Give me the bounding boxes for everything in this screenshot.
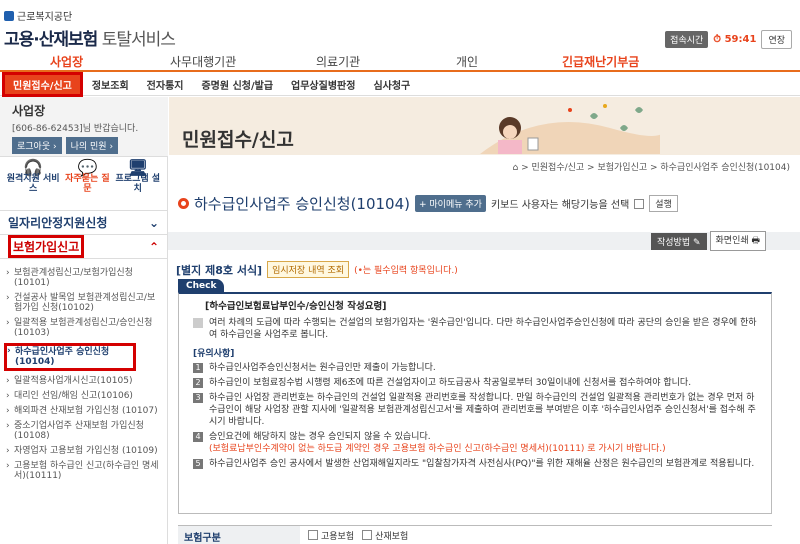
submenu-appeal[interactable]: 심사청구 [364, 77, 419, 92]
notice-item: 1 하수급인사업주승인신청서는 원수급인만 제출이 가능합니다. [193, 362, 761, 374]
temp-save-lookup-button[interactable]: 임시저장 내역 조회 [267, 261, 350, 278]
chevron-down-icon: ⌄ [148, 215, 159, 230]
business-name: 사업장 [12, 104, 46, 118]
submenu-civil-report[interactable]: 민원접수/신고 [2, 72, 83, 97]
form-title: [별지 제8호 서식] [176, 263, 263, 277]
page-title-row: 하수급인사업주 승인신청(10104) + 마이메뉴 추가 키보드 사용자는 해… [178, 193, 678, 214]
org-logo-icon [4, 10, 14, 21]
category-bar: 사업장 사무대행기관 의료기관 개인 긴급재난기부금 [0, 50, 800, 72]
sidebar-item-10111[interactable]: 고용보험 하수급인 신고(하수급인 명세서)(10111) [6, 461, 161, 481]
sidebar-item-10102[interactable]: 건설공사 발목업 보험관계성립신고/보험가입 신청(10102) [6, 293, 161, 313]
employment-insurance-option[interactable]: 고용보험 [308, 529, 354, 542]
sidebar: 사업장 [606-86-62453]님 반갑습니다. 로그아웃 › 나의 민원 … [0, 97, 168, 544]
sidebar-item-10107[interactable]: 해외파견 산재보험 가입신청 (10107) [6, 406, 161, 416]
sub-menu: 민원접수/신고 정보조회 전자통지 증명원 신청/발급 업무상질병판정 심사청구 [0, 72, 800, 97]
tab-business[interactable]: 사업장 [50, 53, 83, 70]
business-box: 사업장 [606-86-62453]님 반갑습니다. 로그아웃 › 나의 민원 … [0, 97, 168, 157]
bullet-circle-icon [178, 198, 189, 209]
tab-disaster-fund[interactable]: 긴급재난기부금 [562, 53, 639, 70]
sidebar-item-10108[interactable]: 중소기업사업주 산재보험 가입신청(10108) [6, 421, 161, 441]
sidebar-item-10104[interactable]: 하수급인사업주 승인신청 (10104) [4, 343, 136, 371]
notice-item: 2 하수급인이 보험료징수법 시행령 제6조에 따른 건설업자이고 하도급공사 착… [193, 377, 761, 389]
sidebar-list: 보험관계성립신고/보험가입신청 (10101) 건설공사 발목업 보험관계성립신… [0, 259, 167, 490]
quick-menu: 🎧 원격지원 서비스 💬 자주묻는 질문 🖥 프로그램 설치 [0, 157, 167, 211]
print-button[interactable]: 화면인쇄 🖶 [709, 231, 766, 251]
page-title: 하수급인사업주 승인신청(10104) [194, 195, 410, 213]
sidebar-item-10101[interactable]: 보험관계성립신고/보험가입신청 (10101) [6, 268, 161, 288]
org-name: 근로복지공단 [4, 8, 175, 23]
logout-button[interactable]: 로그아웃 › [12, 137, 62, 154]
sidebar-item-10106[interactable]: 대리인 선임/해임 신고(10106) [6, 391, 161, 401]
my-civil-button[interactable]: 나의 민원 › [65, 137, 119, 154]
extend-session-button[interactable]: 연장 [761, 30, 792, 49]
industrial-insurance-checkbox[interactable] [362, 530, 373, 540]
check-title: [하수급인보험료납부인수/승인신청 작성요령] [205, 301, 387, 312]
keyboard-checkbox[interactable] [634, 198, 645, 209]
guide-button[interactable]: 작성방법 ✎ [650, 232, 707, 250]
check-intro: 여러 차례의 도급에 따라 수행되는 건설업의 보험가입자는 '원수급인'입니다… [193, 317, 761, 341]
keyboard-hint: 키보드 사용자는 해당기능을 선택 [490, 200, 630, 211]
tab-medical[interactable]: 의료기관 [316, 53, 360, 70]
check-box: [하수급인보험료납부인수/승인신청 작성요령] 여러 차례의 도급에 따라 수행… [178, 292, 772, 514]
site-logo[interactable]: 근로복지공단 고용·산재보험 토탈서비스 [4, 8, 176, 50]
headset-icon: 🎧 [23, 158, 44, 177]
site-title: 고용·산재보험 토탈서비스 [4, 30, 176, 50]
submenu-certificate[interactable]: 증명원 신청/발급 [192, 77, 282, 92]
sidebar-section-insurance-join[interactable]: 보험가입신고 ⌃ [0, 235, 167, 259]
sidebar-section-job-stability[interactable]: 일자리안정지원신청 ⌄ [0, 211, 167, 235]
tab-personal[interactable]: 개인 [456, 53, 478, 70]
notice-item: 3 하수급인 사업장 관리번호는 하수급인의 건설업 일괄적용 관리번호를 작성합… [193, 392, 761, 428]
sidebar-item-10103[interactable]: 일괄적용 보험관계성립신고/승인신청 (10103) [6, 318, 161, 338]
session-timer: ⏱ 59:41 [713, 34, 757, 45]
breadcrumb: ⌂ > 민원접수/신고 > 보험가입신고 > 하수급인사업주 승인신청(1010… [512, 163, 791, 173]
insurance-type-row: 보험구분 고용보험 산재보험 [178, 525, 772, 544]
chat-icon: 💬 [77, 158, 98, 177]
submenu-info[interactable]: 정보조회 [83, 77, 138, 92]
employment-insurance-checkbox[interactable] [308, 530, 318, 540]
notice-item: 4 승인요건에 해당하지 않는 경우 승인되지 않을 수 있습니다. (보험료납부인… [193, 431, 761, 455]
submenu-notice[interactable]: 전자통지 [138, 77, 193, 92]
banner-title: 민원접수/신고 [182, 129, 294, 151]
add-my-menu-button[interactable]: + 마이메뉴 추가 [415, 195, 486, 212]
session-area: 접속시간 ⏱ 59:41 연장 [665, 30, 792, 49]
submenu-disease[interactable]: 업무상질병판정 [282, 77, 364, 92]
square-bullet-icon [193, 318, 203, 328]
faq-link[interactable]: 💬 자주묻는 질문 [62, 158, 112, 204]
chevron-up-icon: ⌃ [148, 239, 159, 254]
monitor-icon: 🖥 [127, 158, 148, 177]
industrial-insurance-option[interactable]: 산재보험 [362, 529, 408, 542]
sidebar-item-10109[interactable]: 자영업자 고용보험 가입신청 (10109) [6, 446, 161, 456]
settings-button[interactable]: 설행 [649, 195, 678, 212]
check-tag: Check [178, 279, 225, 293]
tab-agency[interactable]: 사무대행기관 [170, 53, 236, 70]
tool-bar: 작성방법 ✎ 화면인쇄 🖶 [168, 231, 800, 251]
required-note: (•는 필수입력 항목입니다.) [354, 266, 458, 276]
program-install-link[interactable]: 🖥 프로그램 설치 [113, 158, 163, 204]
remote-support-link[interactable]: 🎧 원격지원 서비스 [4, 158, 62, 204]
notice-title: [유의사항] [193, 349, 235, 359]
insurance-type-label: 보험구분 [178, 525, 300, 544]
form-header: [별지 제8호 서식] 임시저장 내역 조회 (•는 필수입력 항목입니다.) [176, 261, 458, 278]
session-label: 접속시간 [665, 31, 709, 48]
notice-redirect-note: (보험료납부인수계약이 없는 하도급 계약인 경우 고용보험 하수급인 신고(하… [209, 444, 666, 454]
banner-illustration [480, 104, 660, 154]
notice-item: 5 하수급인사업주 승인 공사에서 발생한 산업재해일지라도 "입찰참가자격 사전… [193, 458, 761, 470]
greeting: [606-86-62453]님 반갑습니다. [12, 124, 139, 134]
sidebar-item-10105[interactable]: 일괄적용사업개시신고(10105) [6, 376, 161, 386]
